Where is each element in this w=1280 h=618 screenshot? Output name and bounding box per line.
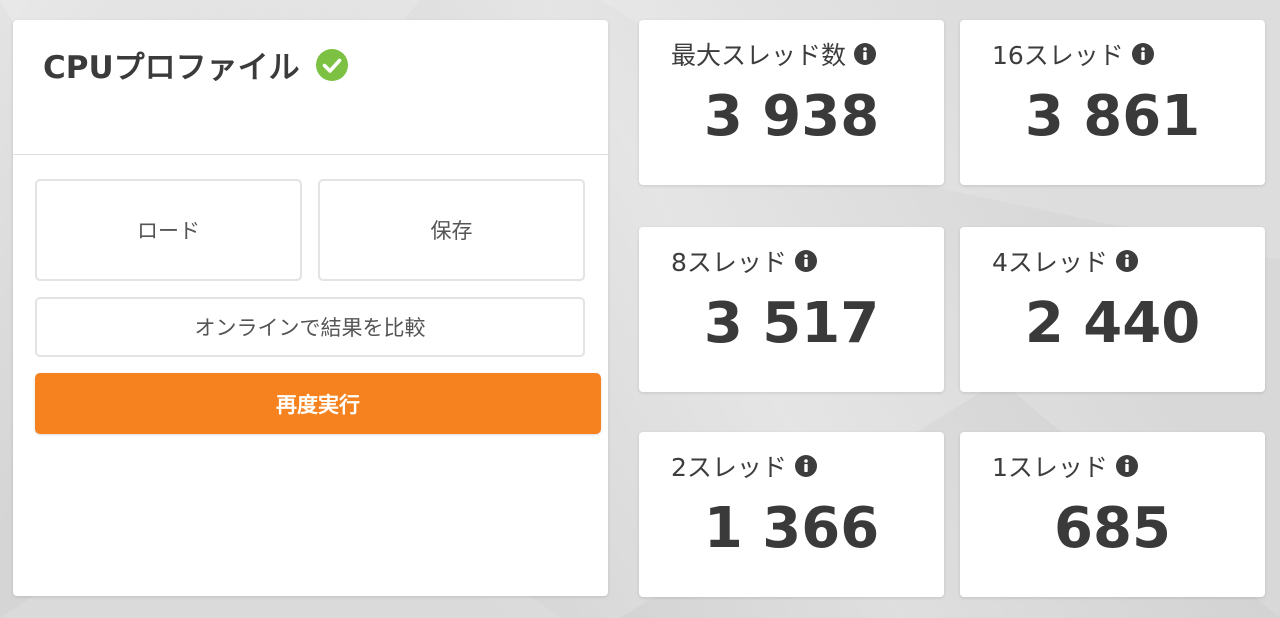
score-value: 685 — [1054, 496, 1171, 561]
load-button[interactable]: ロード — [35, 179, 302, 281]
score-value: 1 366 — [703, 496, 880, 561]
compare-online-button[interactable]: オンラインで結果を比較 — [35, 297, 585, 357]
save-button-label: 保存 — [430, 219, 473, 243]
compare-online-button-label: オンラインで結果を比較 — [194, 316, 426, 340]
score-value: 2 440 — [1024, 291, 1201, 356]
profile-header: CPUプロファイル — [13, 20, 608, 155]
score-label-text: 16スレッド — [992, 41, 1124, 70]
rerun-button-label: 再度実行 — [276, 392, 360, 417]
page-title: CPUプロファイル — [43, 42, 348, 87]
score-label: 最大スレッド数 — [671, 36, 877, 72]
score-label: 16スレッド — [992, 36, 1154, 72]
score-card-16-threads: 16スレッド 3 861 — [960, 20, 1265, 185]
info-icon[interactable] — [794, 455, 817, 477]
score-card-max-threads: 最大スレッド数 3 938 — [639, 20, 944, 185]
score-label: 4スレッド — [992, 243, 1138, 279]
score-label-text: 8スレッド — [671, 248, 787, 277]
load-button-label: ロード — [137, 219, 200, 243]
info-icon[interactable] — [1115, 455, 1138, 477]
rerun-button[interactable]: 再度実行 — [35, 373, 601, 434]
score-card-4-threads: 4スレッド 2 440 — [960, 227, 1265, 392]
save-button[interactable]: 保存 — [318, 179, 585, 281]
score-card-1-thread: 1スレッド 685 — [960, 432, 1265, 597]
info-icon[interactable] — [854, 43, 877, 65]
score-value: 3 938 — [703, 84, 880, 149]
score-label: 2スレッド — [671, 448, 817, 484]
score-card-8-threads: 8スレッド 3 517 — [639, 227, 944, 392]
cpu-profile-panel: CPUプロファイル ロード 保存 オンラインで結果を比較 再度実行 — [13, 20, 608, 596]
page-title-text: CPUプロファイル — [43, 50, 300, 86]
score-label: 8スレッド — [671, 243, 817, 279]
score-value: 3 517 — [703, 291, 880, 356]
score-label-text: 最大スレッド数 — [671, 41, 847, 70]
score-value: 3 861 — [1024, 84, 1201, 149]
info-icon[interactable] — [794, 250, 817, 272]
info-icon[interactable] — [1115, 250, 1138, 272]
score-label-text: 1スレッド — [992, 453, 1108, 482]
score-label-text: 4スレッド — [992, 248, 1108, 277]
score-label: 1スレッド — [992, 448, 1138, 484]
info-icon[interactable] — [1131, 43, 1154, 65]
check-circle-icon — [315, 48, 348, 81]
score-label-text: 2スレッド — [671, 453, 787, 482]
score-card-2-threads: 2スレッド 1 366 — [639, 432, 944, 597]
